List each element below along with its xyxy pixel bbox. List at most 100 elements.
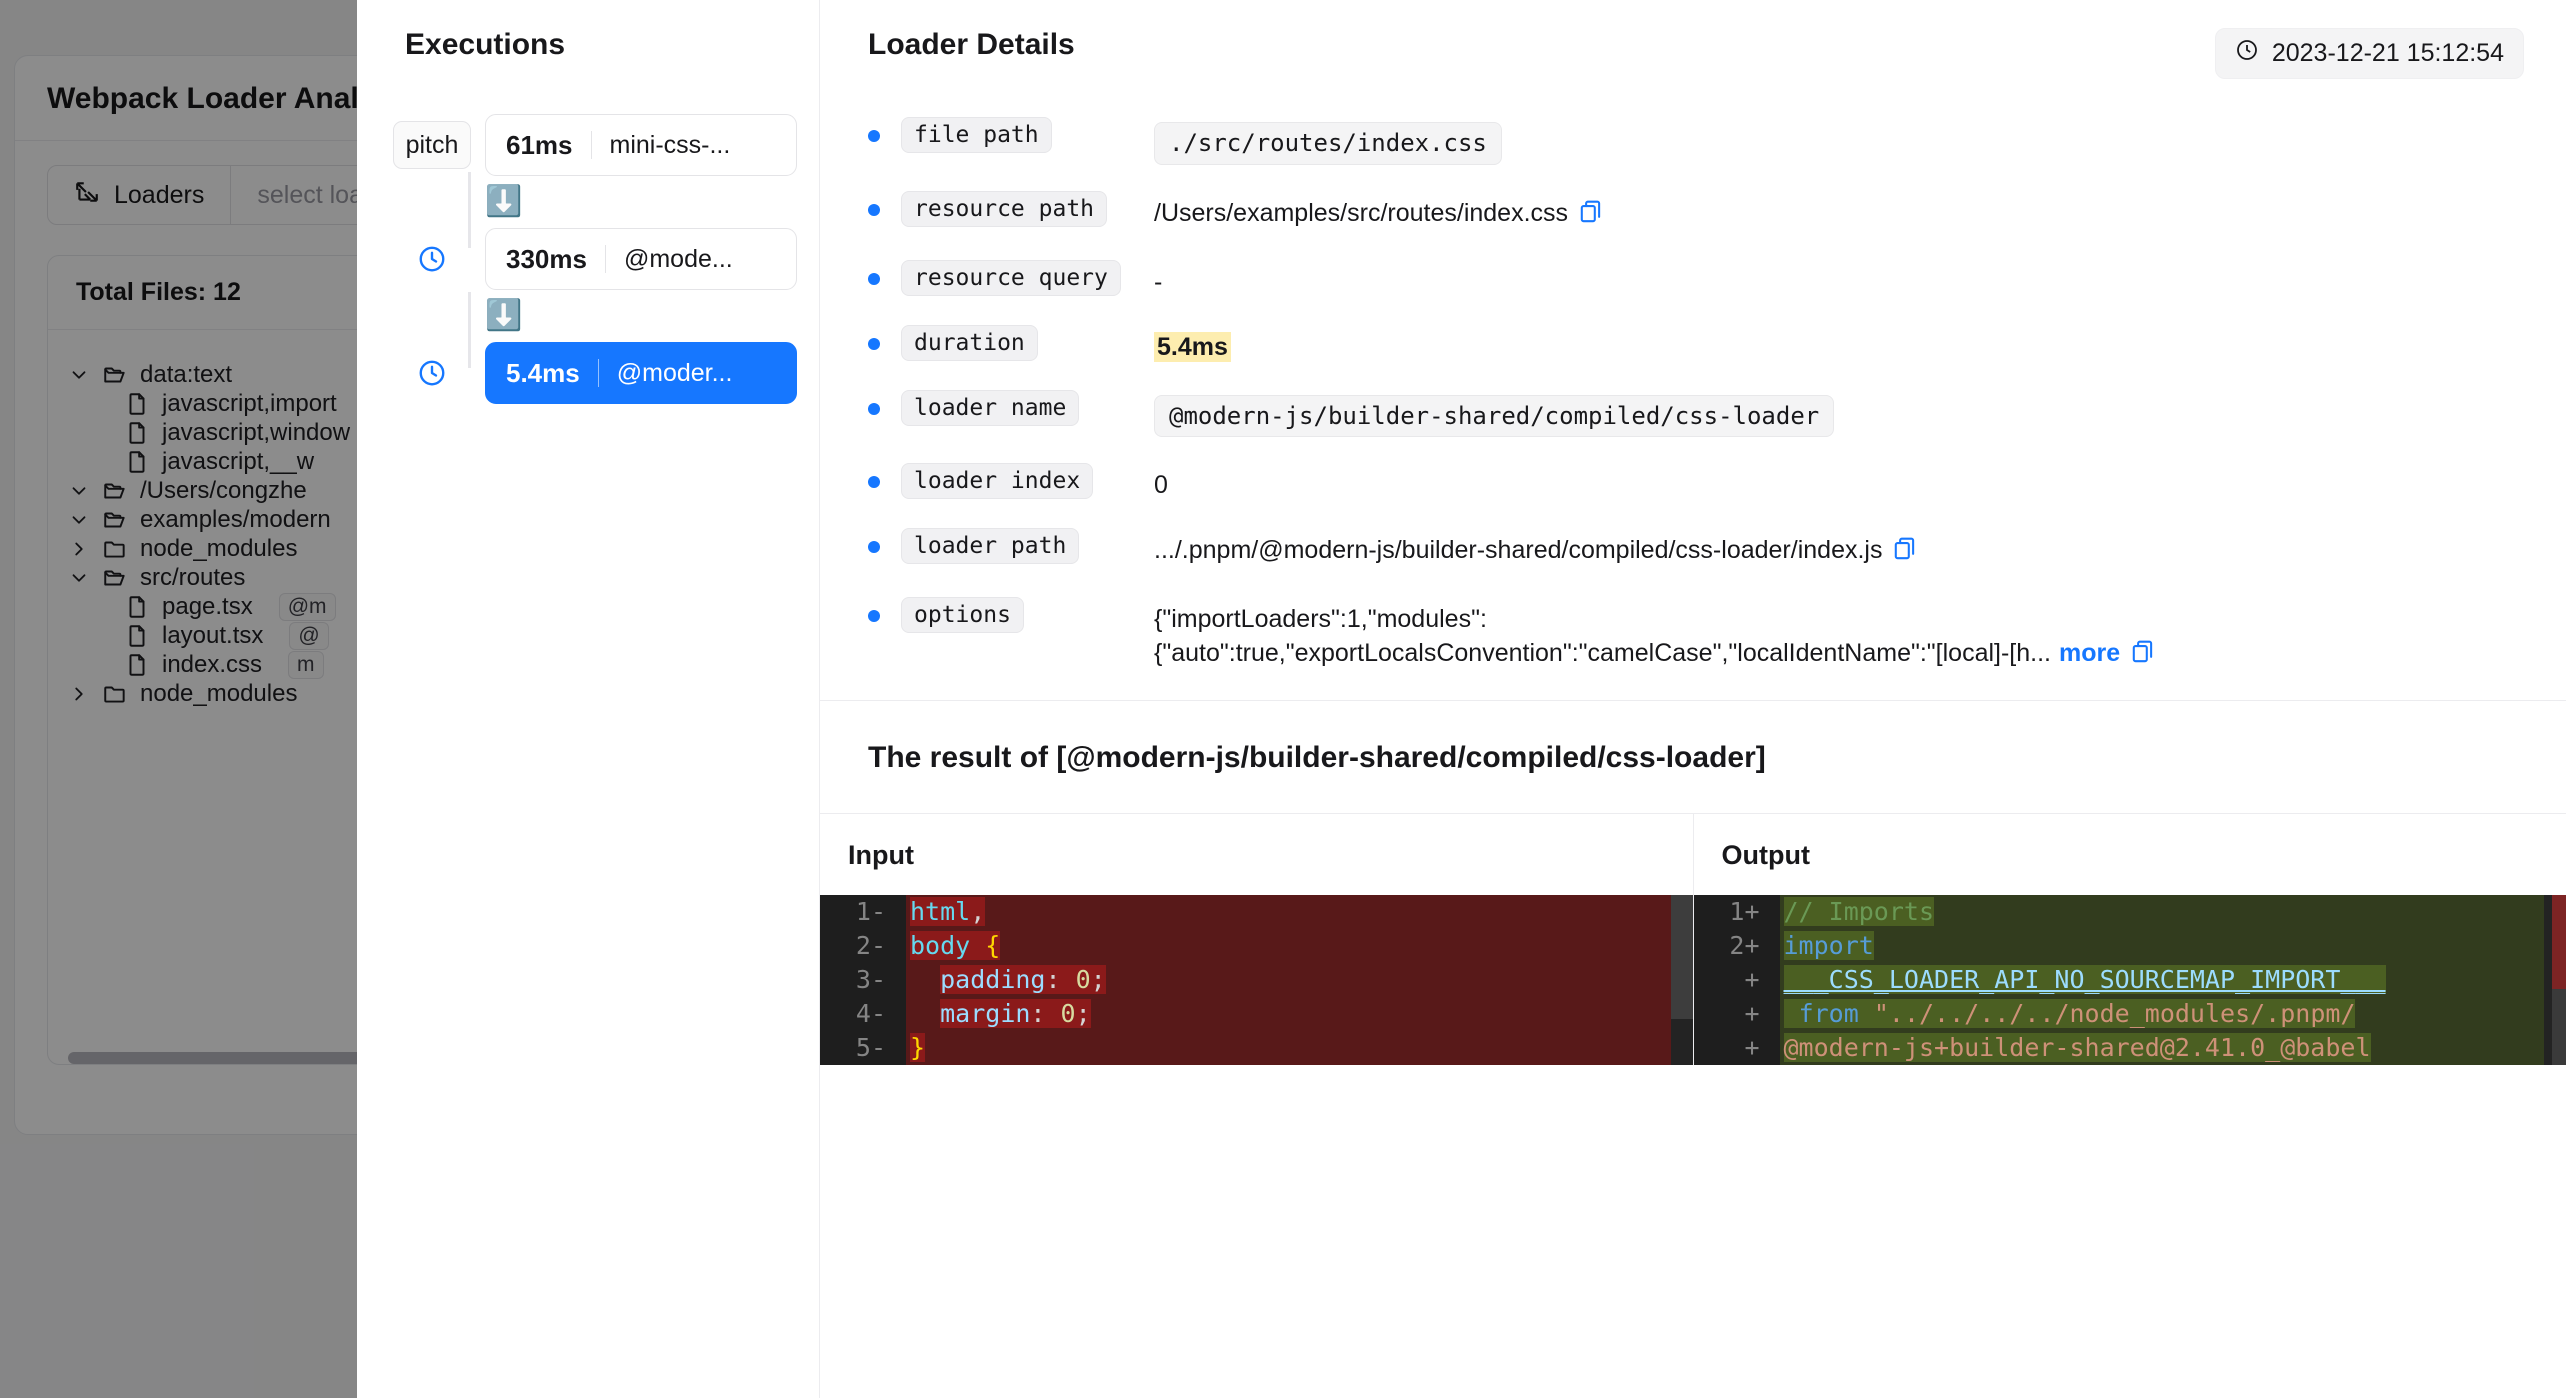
detail-key: resource query	[901, 259, 1154, 296]
details-title: Loader Details	[868, 28, 1075, 61]
more-link[interactable]: more	[2059, 639, 2120, 667]
code-text: }	[910, 1033, 926, 1063]
input-label: Input	[848, 840, 914, 871]
detail-value: -	[1154, 267, 1163, 296]
detail-value: {"importLoaders":1,"modules":	[1154, 605, 1487, 634]
execution-card[interactable]: 330ms @mode...	[485, 228, 797, 290]
detail-bullet	[868, 203, 880, 216]
output-label: Output	[1721, 840, 1810, 871]
code-line: + @modern-js+builder-shared@2.41.0_@babel	[1693, 1031, 2566, 1066]
detail-value: 5.4ms	[1154, 331, 1231, 362]
input-column: Input 1- html, 2- body {3- padding: 0; 4- ma…	[820, 814, 1694, 1066]
code-line: 1+// Imports	[1693, 895, 2566, 930]
detail-bullet	[868, 541, 880, 554]
loader-details-modal: Executions pitch 61ms mini-css-... ⬇️ 330ms @…	[357, 0, 2566, 1398]
detail-key-label: loader name	[901, 389, 1080, 426]
line-number: 3-	[820, 963, 906, 998]
executions-list: pitch 61ms mini-css-... ⬇️ 330ms @mode... ⬇️ 5.…	[357, 114, 819, 404]
copy-icon[interactable]	[1578, 199, 1604, 234]
detail-value-cell: -	[1154, 260, 2518, 299]
detail-value-cell: {"importLoaders":1,"modules": {"auto":tru…	[1154, 597, 2518, 674]
detail-key: loader path	[901, 528, 1154, 565]
detail-bullet	[868, 476, 880, 489]
execution-separator	[590, 131, 592, 159]
execution-card[interactable]: 5.4ms @moder...	[485, 342, 797, 404]
input-minimap-thumb[interactable]	[1670, 895, 1693, 1020]
detail-key-label: file path	[901, 117, 1052, 153]
detail-key: loader index	[901, 463, 1154, 500]
execution-connector	[468, 172, 471, 248]
line-number: 1-	[820, 895, 906, 930]
detail-key: file path	[901, 117, 1154, 153]
copy-icon[interactable]	[1892, 536, 1918, 571]
code-line: 2- body {	[820, 929, 1693, 964]
code-text: padding: 0;	[940, 965, 1106, 995]
code-line: 5-}	[820, 1031, 1693, 1066]
execution-row[interactable]: 5.4ms @moder...	[393, 342, 819, 404]
detail-value-cell: /Users/examples/src/routes/index.css	[1154, 191, 2518, 234]
code-line: 1- html,	[820, 895, 1693, 930]
code-text: import	[1783, 931, 1874, 961]
line-number: +	[1693, 997, 1780, 1032]
arrow-down-icon: ⬇️	[485, 185, 523, 218]
code-text: from "../../../../node_modules/.pnpm/	[1780, 997, 2566, 1031]
detail-value: .../.pnpm/@modern-js/builder-shared/comp…	[1154, 536, 1883, 565]
detail-row: loader path .../.pnpm/@modern-js/builder-…	[868, 528, 2518, 571]
execution-row[interactable]: 330ms @mode...	[393, 228, 819, 290]
input-code-viewer[interactable]: 1- html, 2- body {3- padding: 0; 4- margin: …	[820, 895, 1693, 1066]
detail-value: @modern-js/builder-shared/compiled/css-l…	[1154, 394, 1835, 438]
timestamp-badge: 2023-12-21 15:12:54	[2214, 28, 2524, 79]
detail-value-cell: 0	[1154, 463, 2518, 502]
code-text: ___CSS_LOADER_API_NO_SOURCEMAP_IMPORT___	[1783, 965, 2386, 995]
code-line: 4- margin: 0;	[820, 997, 1693, 1032]
detail-value: ./src/routes/index.css	[1154, 122, 1502, 165]
line-number: 5-	[820, 1031, 906, 1066]
code-line: + from "../../../../node_modules/.pnpm/	[1693, 997, 2566, 1032]
execution-arrow: ⬇️	[393, 176, 819, 228]
detail-bullet	[868, 337, 880, 350]
detail-key: loader name	[901, 389, 1154, 426]
execution-duration: 330ms	[506, 243, 587, 274]
timestamp-text: 2023-12-21 15:12:54	[2271, 39, 2504, 67]
copy-icon[interactable]	[2130, 639, 2156, 674]
execution-card[interactable]: 61ms mini-css-...	[485, 114, 797, 176]
output-code-viewer[interactable]: 1+// Imports 2+ import + ___CSS_LOADER_API_N…	[1693, 895, 2566, 1066]
detail-key: resource path	[901, 190, 1154, 227]
clock-marker	[393, 244, 471, 274]
details-key-value-list: file path ./src/routes/index.css resource …	[820, 79, 2566, 674]
execution-loader-name: @mode...	[623, 244, 733, 273]
detail-value: 0	[1154, 471, 1168, 500]
detail-bullet	[868, 402, 880, 415]
detail-row: options {"importLoaders":1,"modules": {"au…	[868, 597, 2518, 674]
input-output-wrap: Input 1- html, 2- body {3- padding: 0; 4- ma…	[820, 814, 2566, 1066]
detail-key-label: loader path	[901, 528, 1080, 565]
execution-row[interactable]: pitch 61ms mini-css-...	[393, 114, 819, 176]
output-minimap-marker-grey	[2552, 989, 2566, 1066]
code-text: html,	[910, 897, 986, 927]
code-text: @modern-js+builder-shared@2.41.0_@babel	[1783, 1033, 2371, 1063]
execution-duration: 61ms	[506, 129, 573, 160]
line-number: 1+	[1693, 895, 1780, 930]
line-number: +	[1693, 1031, 1780, 1066]
line-number: 2-	[820, 929, 906, 964]
code-line: 2+ import	[1693, 929, 2566, 964]
execution-arrow: ⬇️	[393, 290, 819, 342]
detail-key-label: loader index	[901, 463, 1094, 500]
execution-loader-name: @moder...	[616, 358, 733, 387]
output-minimap-marker-red	[2552, 895, 2566, 990]
executions-panel: Executions pitch 61ms mini-css-... ⬇️ 330ms @…	[357, 0, 820, 1398]
code-line: 3- padding: 0;	[820, 963, 1693, 998]
detail-value-cell: ./src/routes/index.css	[1154, 117, 2518, 165]
clock-icon	[2235, 38, 2259, 69]
detail-bullet	[868, 272, 880, 285]
line-number: 2+	[1693, 929, 1780, 964]
detail-row: loader index 0	[868, 463, 2518, 502]
detail-row: loader name @modern-js/builder-shared/com…	[868, 389, 2518, 438]
code-text: margin: 0;	[940, 999, 1091, 1029]
input-minimap[interactable]	[1670, 895, 1693, 1066]
detail-row: duration 5.4ms	[868, 324, 2518, 364]
executions-title: Executions	[405, 28, 566, 61]
detail-key-label: resource query	[901, 259, 1121, 296]
arrow-down-icon: ⬇️	[485, 299, 523, 332]
detail-bullet	[868, 130, 880, 142]
